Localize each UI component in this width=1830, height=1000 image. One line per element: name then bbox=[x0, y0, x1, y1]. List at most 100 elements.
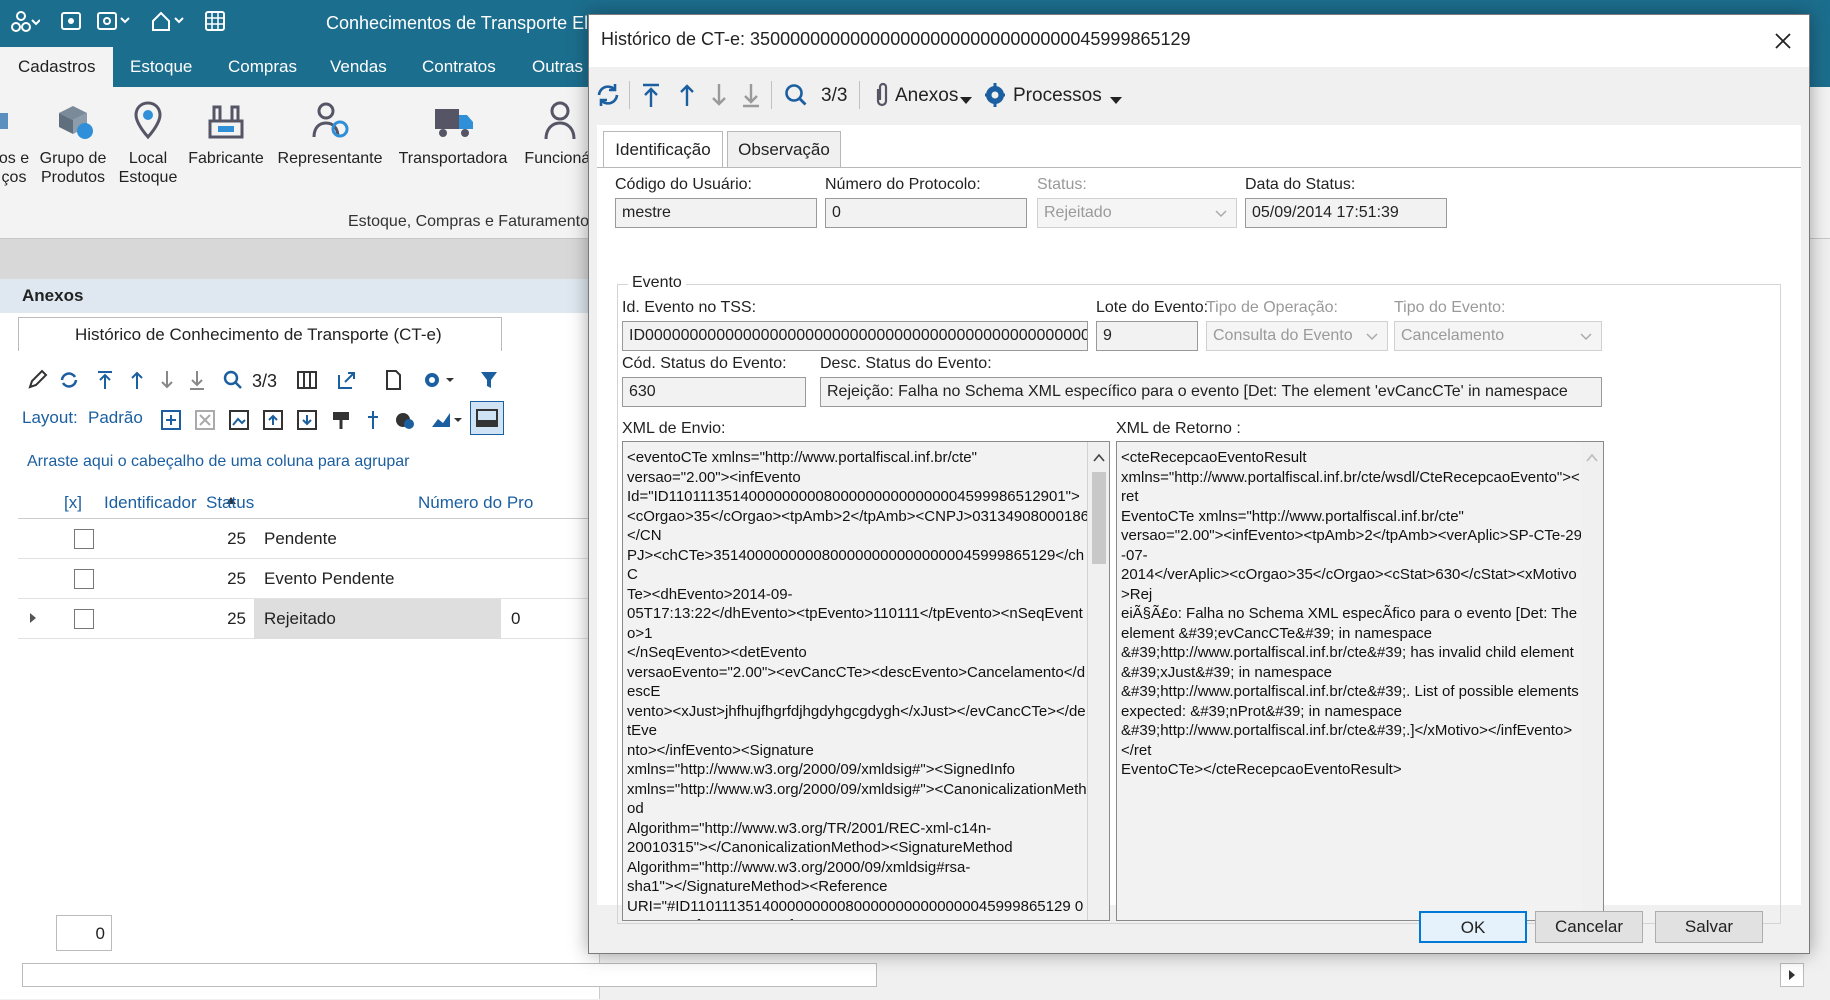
ribbon-tab-vendas[interactable]: Vendas bbox=[312, 47, 405, 87]
column-header-identificador[interactable]: Identificador bbox=[104, 493, 197, 513]
chevron-up-icon[interactable] bbox=[1586, 448, 1598, 468]
anexos-panel: Anexos Histórico de Conhecimento de Tran… bbox=[0, 279, 877, 999]
row-checkbox[interactable] bbox=[74, 529, 94, 549]
cancel-button[interactable]: Cancelar bbox=[1535, 911, 1643, 943]
panel-toggle-icon[interactable] bbox=[470, 401, 504, 435]
numero-protocolo-field[interactable]: 0 bbox=[825, 198, 1027, 228]
ribbon-tab-compras[interactable]: Compras bbox=[210, 47, 315, 87]
codigo-usuario-field[interactable]: mestre bbox=[615, 198, 817, 228]
xml-envio-memo[interactable]: <eventoCTe xmlns="http://www.portalfisca… bbox=[622, 441, 1110, 921]
search-icon[interactable] bbox=[783, 81, 809, 109]
evento-group-label: Evento bbox=[628, 274, 686, 292]
tipo-operacao-select: Consulta do Evento bbox=[1206, 321, 1388, 351]
cod-status-evento-label: Cód. Status do Evento: bbox=[622, 355, 787, 372]
gear-icon[interactable] bbox=[983, 81, 1007, 109]
pin-icon[interactable] bbox=[362, 409, 384, 431]
ribbon-button-servicos[interactable]: os e ços bbox=[0, 99, 32, 187]
ribbon-button-local-estoque[interactable]: Local Estoque bbox=[116, 99, 180, 187]
next-record-icon[interactable] bbox=[707, 81, 731, 109]
last-record-icon[interactable] bbox=[186, 369, 208, 391]
xml-envio-scrollbar[interactable] bbox=[1087, 442, 1109, 920]
ribbon-tab-contratos[interactable]: Contratos bbox=[404, 47, 514, 87]
person-icon bbox=[538, 99, 582, 143]
chevron-down-icon bbox=[1363, 327, 1381, 345]
data-status-field[interactable]: 05/09/2014 17:51:39 bbox=[1245, 198, 1447, 228]
horizontal-scrollbar[interactable] bbox=[22, 963, 877, 987]
last-record-icon[interactable] bbox=[739, 81, 763, 109]
record-counter: 3/3 bbox=[252, 371, 278, 391]
xml-retorno-memo[interactable]: <cteRecepcaoEventoResult xmlns="http://w… bbox=[1116, 441, 1604, 921]
previous-record-icon[interactable] bbox=[126, 369, 148, 391]
xml-retorno-scrollbar[interactable] bbox=[1581, 442, 1603, 920]
refresh-icon[interactable] bbox=[58, 369, 80, 391]
tab-identificacao[interactable]: Identificação bbox=[603, 131, 723, 168]
chevron-up-icon[interactable] bbox=[1093, 448, 1105, 468]
chart-icon[interactable] bbox=[394, 409, 416, 431]
move-top-icon[interactable] bbox=[262, 409, 284, 431]
save-button[interactable]: Salvar bbox=[1655, 911, 1763, 943]
previous-record-icon[interactable] bbox=[675, 81, 699, 109]
anexos-menu[interactable]: Anexos bbox=[895, 85, 958, 107]
ribbon-button-grupo-produtos[interactable]: Grupo de Produtos bbox=[36, 99, 110, 187]
ribbon-group-label: Estoque, Compras e Faturamento bbox=[348, 213, 590, 230]
row-identificador: 25 bbox=[227, 609, 246, 628]
grid-toolbar: 3/3 bbox=[18, 359, 600, 399]
scroll-right-button[interactable] bbox=[1780, 963, 1804, 987]
next-record-icon[interactable] bbox=[156, 369, 178, 391]
app-title: Conhecimentos de Transporte Eletrô bbox=[326, 13, 620, 33]
tipo-evento-label: Tipo do Evento: bbox=[1394, 299, 1506, 316]
row-checkbox[interactable] bbox=[74, 569, 94, 589]
export-icon[interactable] bbox=[336, 369, 358, 391]
grid-icon[interactable] bbox=[204, 10, 226, 38]
processos-menu[interactable]: Processos bbox=[1013, 85, 1102, 107]
layout-dropdown[interactable]: Padrão bbox=[88, 408, 143, 428]
paint-icon[interactable] bbox=[330, 409, 352, 431]
refresh-icon[interactable] bbox=[595, 81, 621, 109]
cod-status-evento-field[interactable]: 630 bbox=[622, 377, 806, 407]
table-row[interactable]: 25 Evento Pendente bbox=[18, 559, 600, 599]
chevron-down-icon[interactable] bbox=[1109, 91, 1123, 119]
factory-icon bbox=[204, 99, 248, 143]
home-icon[interactable] bbox=[150, 10, 186, 38]
close-icon[interactable] bbox=[1765, 23, 1801, 59]
area-chart-icon[interactable] bbox=[430, 409, 462, 431]
first-record-icon[interactable] bbox=[639, 81, 663, 109]
paperclip-icon[interactable] bbox=[871, 81, 891, 109]
column-header-status[interactable]: Status bbox=[206, 493, 254, 513]
ribbon-button-transportadora[interactable]: Transportadora bbox=[394, 99, 512, 168]
delete-row-icon[interactable] bbox=[194, 409, 216, 431]
column-header-numero[interactable]: Número do Pro bbox=[418, 493, 533, 513]
tab-observacao[interactable]: Observação bbox=[727, 131, 841, 167]
lote-evento-field[interactable]: 9 bbox=[1096, 321, 1198, 351]
scrollbar-thumb[interactable] bbox=[1092, 472, 1106, 564]
move-bottom-icon[interactable] bbox=[296, 409, 318, 431]
first-record-icon[interactable] bbox=[94, 369, 116, 391]
column-header-select[interactable]: [x] bbox=[64, 493, 82, 513]
tree-icon[interactable] bbox=[10, 10, 41, 40]
document-tab-historico[interactable]: Histórico de Conhecimento de Transporte … bbox=[18, 317, 502, 351]
document-icon[interactable] bbox=[382, 369, 404, 391]
filter-icon[interactable] bbox=[478, 369, 500, 391]
ribbon-button-representante[interactable]: Representante bbox=[274, 99, 386, 168]
table-row-selected[interactable]: 25 Rejeitado 0 bbox=[18, 599, 600, 639]
add-row-icon[interactable] bbox=[160, 409, 182, 431]
pencil-icon[interactable] bbox=[26, 369, 48, 391]
monitor-icon[interactable] bbox=[60, 10, 82, 38]
desc-status-evento-field[interactable]: Rejeição: Falha no Schema XML específico… bbox=[820, 377, 1602, 407]
ribbon-tab-estoque[interactable]: Estoque bbox=[112, 47, 210, 87]
table-row[interactable]: 25 Pendente bbox=[18, 519, 600, 559]
row-checkbox[interactable] bbox=[74, 609, 94, 629]
ribbon-button-fabricante[interactable]: Fabricante bbox=[186, 99, 266, 168]
anexos-panel-header: Anexos bbox=[0, 279, 600, 313]
chevron-down-icon[interactable] bbox=[959, 91, 973, 119]
ok-button[interactable]: OK bbox=[1419, 911, 1527, 943]
search-icon[interactable] bbox=[222, 369, 244, 391]
window-icon[interactable] bbox=[96, 10, 132, 38]
xml-retorno-label: XML de Retorno : bbox=[1116, 420, 1241, 437]
image-icon[interactable] bbox=[228, 409, 250, 431]
id-evento-tss-field[interactable]: ID00000000000000000000000000000000000000… bbox=[622, 321, 1088, 351]
columns-icon[interactable] bbox=[296, 369, 318, 391]
dialog-title: Histórico de CT-e: 350000000000000000000… bbox=[601, 29, 1191, 49]
gear-icon[interactable] bbox=[422, 369, 454, 391]
ribbon-tab-cadastros[interactable]: Cadastros bbox=[0, 47, 114, 87]
